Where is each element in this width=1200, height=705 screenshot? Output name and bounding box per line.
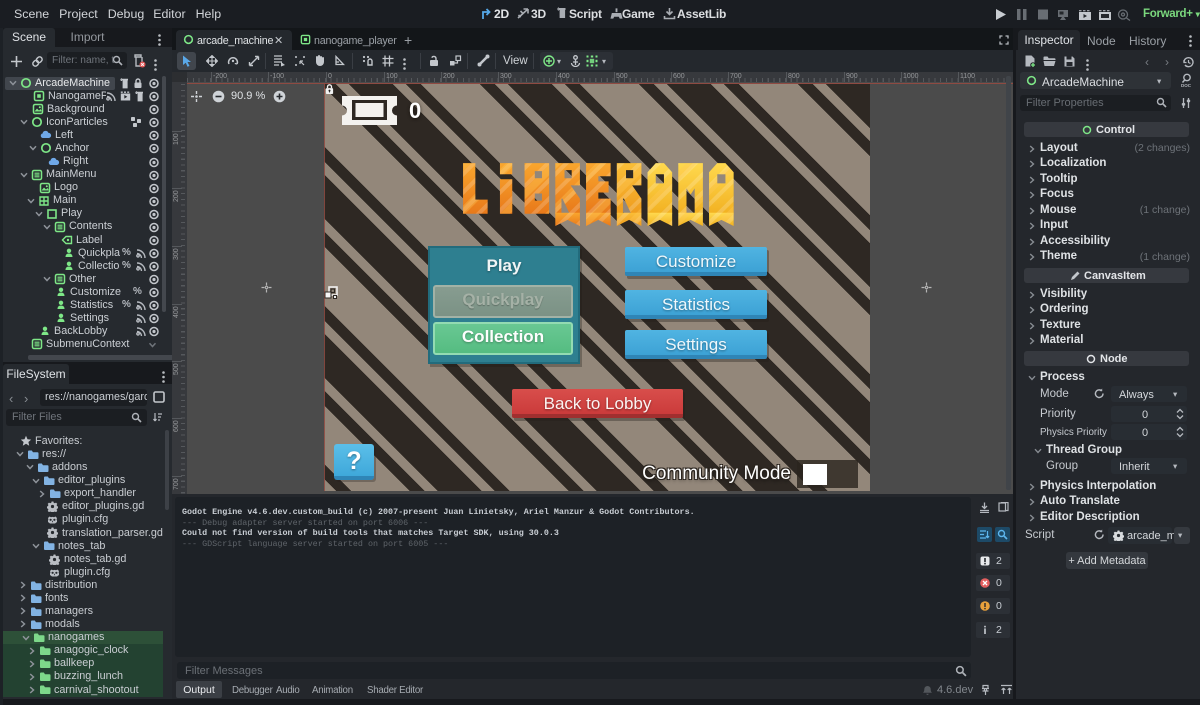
svg-text:DOC: DOC xyxy=(1181,83,1192,88)
